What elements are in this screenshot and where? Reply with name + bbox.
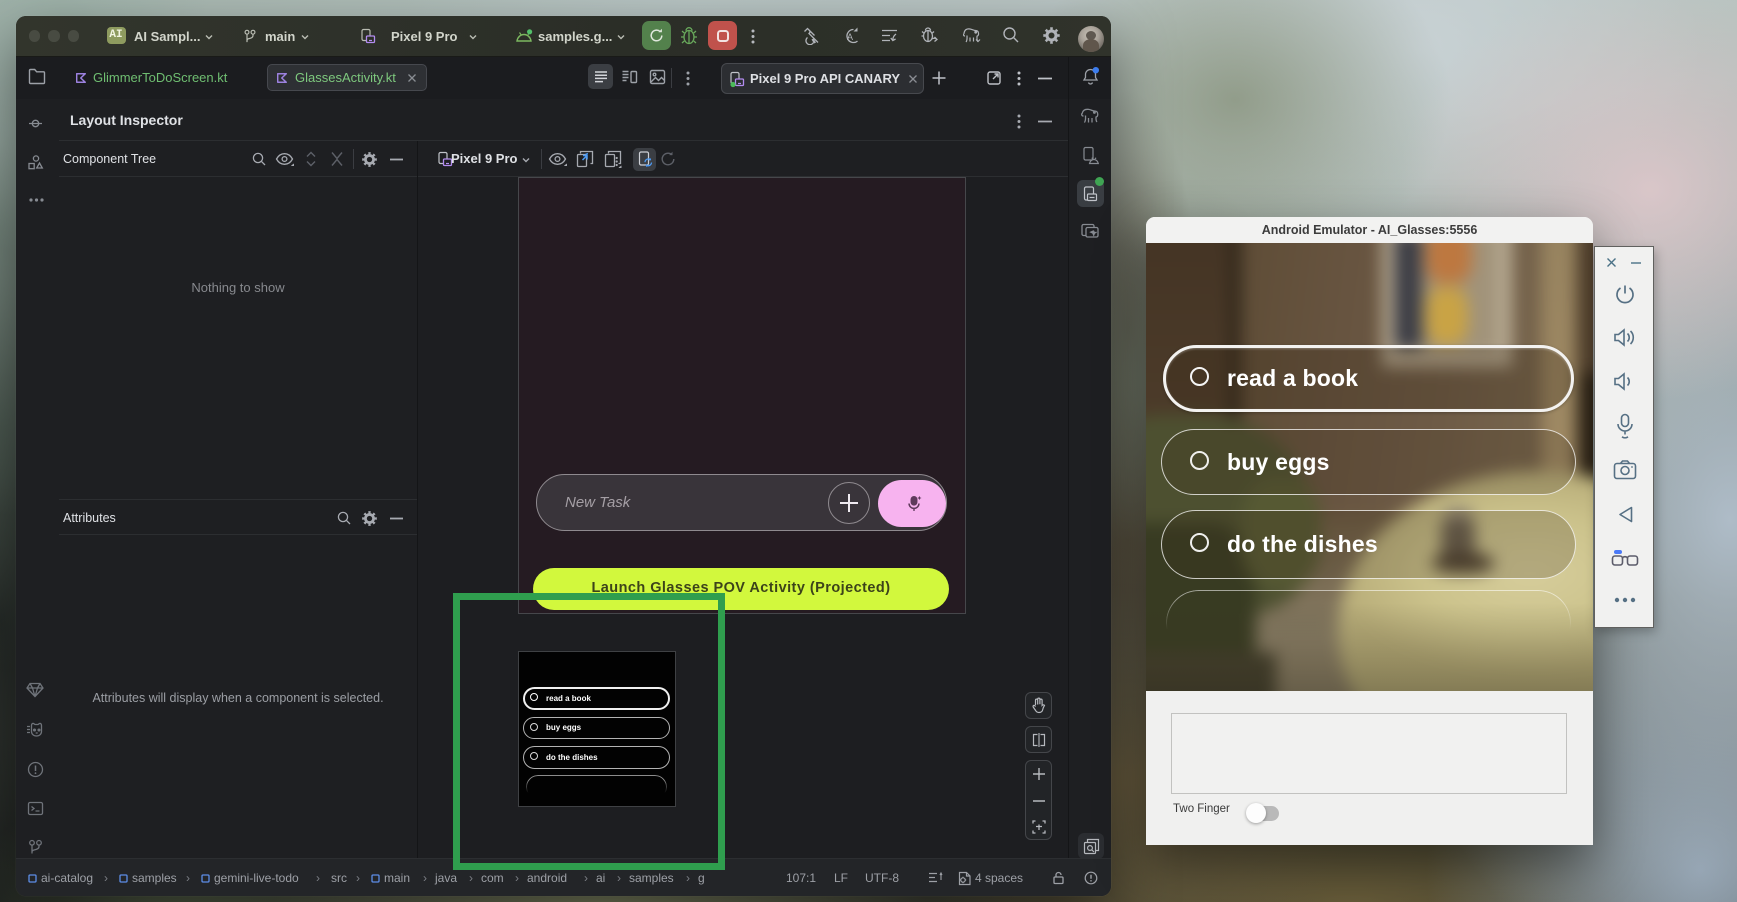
svg-text:A: A bbox=[847, 32, 853, 42]
